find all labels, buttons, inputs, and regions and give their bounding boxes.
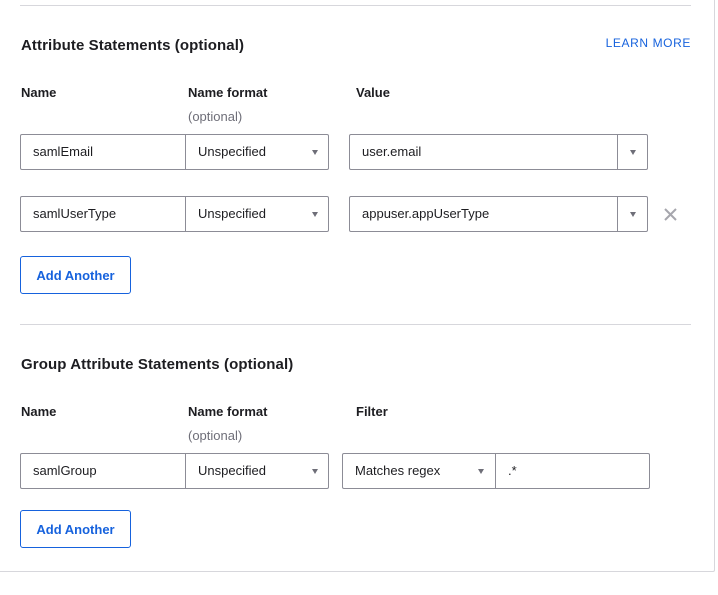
close-icon[interactable]: [664, 208, 677, 221]
column-header-name: Name: [21, 404, 57, 419]
add-another-attribute-button[interactable]: Add Another: [20, 256, 131, 294]
chevron-down-icon: [312, 469, 318, 474]
add-another-group-attribute-button[interactable]: Add Another: [20, 510, 131, 548]
group-name-format-select[interactable]: Unspecified: [185, 453, 329, 489]
attribute-value-text: user.email: [362, 144, 422, 159]
name-format-select[interactable]: Unspecified: [185, 134, 329, 170]
chevron-down-icon: [478, 469, 484, 474]
attribute-statements-title: Attribute Statements (optional): [21, 37, 245, 54]
combobox-divider: [617, 135, 618, 169]
attribute-value-text: appuser.appUserType: [362, 206, 490, 221]
column-header-optional: (optional): [188, 109, 243, 124]
name-format-selected: Unspecified: [198, 463, 266, 478]
attribute-name-input[interactable]: samlUserType: [20, 196, 186, 232]
attribute-value-combobox[interactable]: appuser.appUserType: [349, 196, 648, 232]
attribute-value-combobox[interactable]: user.email: [349, 134, 648, 170]
column-header-name-format: Name format: [188, 85, 268, 100]
filter-value-input[interactable]: .*: [495, 453, 650, 489]
group-name-input[interactable]: samlGroup: [20, 453, 186, 489]
combobox-divider: [617, 197, 618, 231]
name-format-select[interactable]: Unspecified: [185, 196, 329, 232]
section-divider: [20, 324, 691, 325]
chevron-down-icon: [312, 212, 318, 217]
column-header-name: Name: [21, 85, 57, 100]
attribute-name-input[interactable]: samlEmail: [20, 134, 186, 170]
column-header-value: Value: [356, 85, 390, 100]
column-header-optional: (optional): [188, 428, 243, 443]
top-divider: [20, 5, 691, 6]
name-format-selected: Unspecified: [198, 206, 266, 221]
name-format-selected: Unspecified: [198, 144, 266, 159]
learn-more-link[interactable]: LEARN MORE: [606, 36, 691, 50]
chevron-down-icon[interactable]: [630, 212, 636, 217]
column-header-name-format: Name format: [188, 404, 268, 419]
column-header-filter: Filter: [356, 404, 388, 419]
filter-type-select[interactable]: Matches regex: [342, 453, 496, 489]
chevron-down-icon[interactable]: [630, 150, 636, 155]
filter-type-selected: Matches regex: [355, 463, 441, 478]
group-attribute-statements-title: Group Attribute Statements (optional): [21, 356, 294, 373]
chevron-down-icon: [312, 150, 318, 155]
